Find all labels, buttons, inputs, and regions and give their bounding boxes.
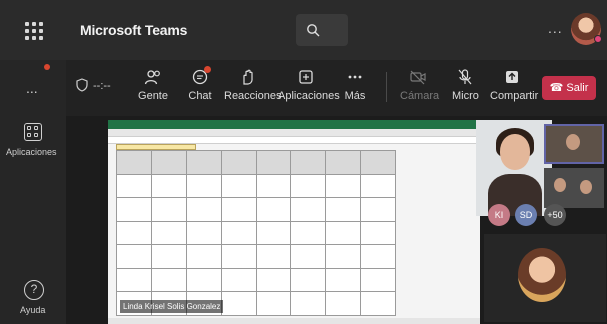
mic-button[interactable]: Micro	[452, 68, 479, 102]
shield-icon[interactable]	[76, 78, 88, 92]
spreadsheet-grid	[116, 150, 396, 316]
meeting-toolbar: --:-- Gente Chat Reacciones Aplicaciones…	[66, 60, 607, 116]
spreadsheet-formula-bar	[108, 137, 480, 144]
more-button[interactable]: Más	[342, 68, 368, 102]
left-rail: ... Aplicaciones ? Ayuda	[0, 60, 66, 324]
participant-face	[500, 134, 530, 170]
participant-overflow-count[interactable]: +50	[544, 204, 566, 226]
participant-video-main[interactable]	[476, 120, 552, 216]
rail-more-button[interactable]: ...	[26, 80, 38, 96]
shared-screen: Linda Krisel Solis Gonzalez	[108, 120, 480, 324]
more-icon	[348, 75, 362, 79]
participant-initials[interactable]: SD	[515, 204, 537, 226]
mic-off-icon	[458, 69, 472, 85]
self-avatar	[518, 248, 566, 302]
spreadsheet-status-bar	[108, 318, 480, 324]
settings-more-button[interactable]: ...	[548, 20, 563, 36]
help-icon[interactable]: ?	[24, 280, 44, 300]
leave-button[interactable]: ☎ Salir	[542, 76, 596, 100]
camera-off-icon	[410, 70, 426, 85]
meeting-timer: --:--	[93, 80, 111, 92]
status-badge	[594, 35, 602, 43]
participant-video-thumb[interactable]	[544, 168, 604, 208]
share-icon	[506, 71, 518, 83]
participant-initials[interactable]: KI	[488, 204, 510, 226]
profile-avatar[interactable]	[571, 13, 602, 45]
apps-icon[interactable]	[24, 123, 42, 141]
participant-face	[566, 134, 580, 150]
toolbar-divider	[386, 72, 387, 102]
participant-video-thumb[interactable]	[544, 124, 604, 164]
search-button[interactable]	[296, 14, 348, 46]
reactions-button[interactable]: Reacciones	[224, 68, 281, 102]
chat-button[interactable]: Chat	[186, 66, 214, 102]
phone-icon: ☎	[549, 82, 564, 94]
title-bar: Microsoft Teams ...	[0, 0, 607, 60]
meeting-stage: Linda Krisel Solis Gonzalez KI SD +50	[66, 116, 607, 324]
participant-face	[554, 178, 566, 192]
raise-hand-icon	[243, 69, 253, 85]
self-video-tile[interactable]	[484, 234, 606, 322]
apps-button[interactable]: Aplicaciones	[278, 68, 340, 102]
app-title: Microsoft Teams	[80, 22, 188, 38]
notification-dot	[44, 64, 50, 70]
share-button[interactable]: Compartir	[490, 68, 538, 102]
presenter-name: Linda Krisel Solis Gonzalez	[120, 300, 224, 313]
add-app-icon	[299, 70, 313, 84]
spreadsheet-title-bar	[108, 120, 480, 129]
people-icon	[144, 70, 160, 85]
participant-face	[580, 180, 592, 194]
spreadsheet-ribbon	[108, 129, 480, 137]
app-launcher-icon[interactable]	[25, 22, 43, 40]
rail-item-help-label[interactable]: Ayuda	[20, 305, 45, 315]
search-icon	[307, 24, 320, 37]
chat-unread-badge	[204, 66, 211, 73]
people-button[interactable]: Gente	[138, 68, 168, 102]
camera-button[interactable]: Cámara	[400, 68, 439, 102]
rail-item-apps-label[interactable]: Aplicaciones	[6, 147, 57, 157]
